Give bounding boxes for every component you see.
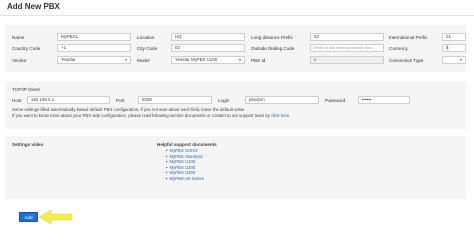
currency-label: Currency: [389, 46, 408, 51]
country-code-label: Country Code: [12, 46, 41, 51]
settings-video-label: Settings video: [12, 142, 44, 147]
vendor-select[interactable]: Yeastar: [57, 56, 131, 64]
support-panel: [5, 136, 466, 199]
city-code-field[interactable]: 02: [171, 44, 245, 52]
login-field[interactable]: pbxdom: [245, 96, 319, 104]
docs-heading: Helpful support documents: [157, 142, 217, 147]
intl-prefix-label: International Prefix: [389, 35, 428, 40]
host-label: Host: [12, 98, 22, 103]
host-field[interactable]: 192.168.5.1: [27, 96, 110, 104]
tcp-client-panel: [5, 82, 466, 129]
model-select[interactable]: Yeastar MyPBX U100: [171, 56, 245, 64]
page-title: Add New PBX: [7, 2, 60, 11]
location-field[interactable]: HQ: [171, 33, 245, 41]
password-field[interactable]: ••••••: [358, 96, 410, 104]
port-label: Port: [116, 98, 125, 103]
settings-note: Some settings filled automatically based…: [12, 107, 245, 112]
tcp-client-section-label: TCP/IP Client: [12, 87, 40, 92]
connection-type-select[interactable]: [442, 56, 466, 64]
pbx-id-field: 6: [310, 56, 384, 64]
password-label: Password: [325, 98, 346, 103]
title-divider: [0, 15, 474, 16]
name-field[interactable]: MyPBX1: [57, 33, 131, 41]
login-label: Login: [218, 98, 230, 103]
ld-prefix-field[interactable]: 02: [310, 33, 384, 41]
ld-prefix-label: Long distance Prefix: [251, 35, 293, 40]
port-field[interactable]: 5038: [138, 96, 212, 104]
intl-prefix-field[interactable]: 01: [442, 33, 466, 41]
country-code-field[interactable]: +1: [57, 44, 131, 52]
pbx-id-label: PBX Id: [251, 58, 266, 63]
name-label: Name: [12, 35, 25, 40]
model-label: Model: [137, 58, 150, 63]
help-note-text: If you want to know more about your PBX …: [12, 113, 270, 118]
docs-list: MyPBX SOHO MyPBX Standard MyPBX U100 MyP…: [166, 148, 204, 182]
outside-dialing-field[interactable]: Prefix to dial external number from: [310, 44, 384, 52]
city-code-label: City Code: [137, 46, 158, 51]
vendor-select-value: Yeastar: [61, 57, 76, 62]
doc-link-u5[interactable]: MyPBX U5 Series: [166, 176, 204, 182]
connection-type-label: Connection Type: [389, 58, 424, 63]
outside-dialing-label: Outside Dialing Code: [251, 46, 295, 51]
location-label: Location: [137, 35, 155, 40]
add-button[interactable]: Add: [19, 212, 38, 222]
help-note: If you want to know more about your PBX …: [12, 113, 289, 118]
vendor-label: Vendor: [12, 58, 27, 63]
support-link[interactable]: click here: [271, 113, 289, 118]
currency-field[interactable]: $: [442, 44, 466, 52]
model-select-value: Yeastar MyPBX U100: [175, 57, 218, 62]
pointer-arrow-icon: [38, 209, 73, 225]
